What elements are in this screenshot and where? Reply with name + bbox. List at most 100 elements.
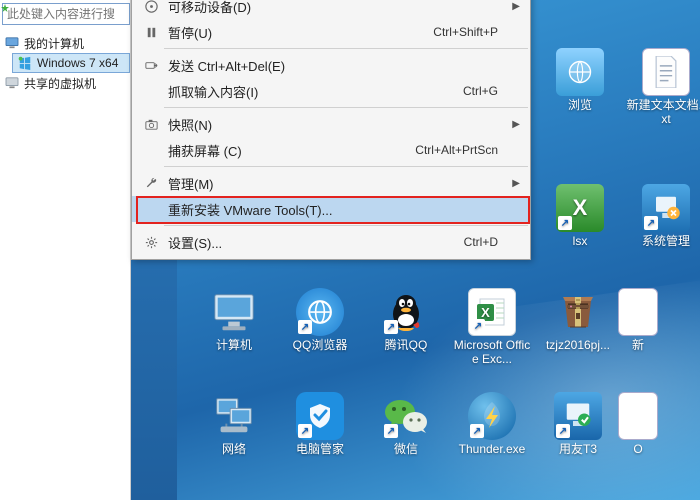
- icon-label: Thunder.exe: [459, 442, 526, 456]
- menu-removable-devices[interactable]: 可移动设备(D) ▶: [132, 0, 530, 19]
- menu-separator: [164, 48, 528, 49]
- icon-label: 浏览: [568, 98, 592, 112]
- desktop-icon-qqbrowser[interactable]: ↗ QQ浏览器: [277, 288, 363, 378]
- pause-icon: [140, 25, 162, 40]
- menu-reinstall-vmware-tools[interactable]: 重新安装 VMware Tools(T)...: [132, 196, 530, 222]
- desktop-icon-ufida[interactable]: ↗ 用友T3: [535, 392, 621, 482]
- thunder-icon: ↗: [468, 392, 516, 440]
- desktop-icon-excel[interactable]: X ↗ Microsoft Office Exc...: [449, 288, 535, 378]
- icon-label: 新: [632, 338, 644, 352]
- chevron-right-icon: ▶: [512, 119, 520, 130]
- computer-icon: [210, 288, 258, 336]
- menu-capture-screen[interactable]: 捕获屏幕 (C) Ctrl+Alt+PrtScn: [132, 137, 530, 163]
- menu-shortcut: Ctrl+D: [388, 235, 498, 249]
- tree-shared-vms[interactable]: 共享的虚拟机: [0, 73, 130, 93]
- file-icon: [618, 288, 658, 336]
- shortcut-arrow-icon: ↗: [558, 216, 572, 230]
- menu-label: 抓取输入内容(I): [162, 82, 388, 101]
- menu-label: 暂停(U): [162, 23, 388, 42]
- icon-label: 用友T3: [559, 442, 597, 456]
- desktop-icon-sysmgr[interactable]: ↗ 系统管理: [623, 184, 700, 248]
- desktop-icon-network[interactable]: 网络: [191, 392, 277, 482]
- icon-label: 计算机: [216, 338, 252, 352]
- monitor-icon: [4, 35, 20, 51]
- menu-manage[interactable]: 管理(M) ▶: [132, 170, 530, 196]
- library-sidebar: 我的计算机 Windows 7 x64 共享的虚拟机: [0, 0, 131, 500]
- gear-icon: [140, 235, 162, 250]
- desktop-icon-wechat[interactable]: ↗ 微信: [363, 392, 449, 482]
- shortcut-arrow-icon: ↗: [298, 320, 312, 334]
- excel-icon: X ↗: [556, 184, 604, 232]
- menu-shortcut: Ctrl+Shift+P: [388, 25, 498, 39]
- icon-label: lsx: [573, 234, 588, 248]
- file-icon: [618, 392, 658, 440]
- shortcut-arrow-icon: ↗: [471, 319, 485, 333]
- menu-separator: [164, 225, 528, 226]
- browser-icon: [556, 48, 604, 96]
- qqbrowser-icon: ↗: [296, 288, 344, 336]
- icon-label: 腾讯QQ: [385, 338, 428, 352]
- icon-label: tzjz2016pj...: [546, 338, 610, 352]
- ufida-icon: ↗: [554, 392, 602, 440]
- icon-label: 系统管理: [642, 234, 690, 248]
- rar-icon: [554, 288, 602, 336]
- desktop-icon-lsx[interactable]: X ↗ lsx: [537, 184, 623, 248]
- desktop-icon-newtext[interactable]: 新建文本文档.txt: [623, 48, 700, 126]
- shortcut-arrow-icon: ↗: [644, 216, 658, 230]
- desktop-icon-thunder[interactable]: ↗ Thunder.exe: [449, 392, 535, 482]
- menu-send-cad[interactable]: 发送 Ctrl+Alt+Del(E): [132, 52, 530, 78]
- shortcut-arrow-icon: ↗: [384, 424, 398, 438]
- send-icon: [140, 58, 162, 73]
- vm-tree: 我的计算机 Windows 7 x64 共享的虚拟机: [0, 31, 130, 95]
- guard-icon: ↗: [296, 392, 344, 440]
- icon-label: 微信: [394, 442, 418, 456]
- menu-grab-input[interactable]: 抓取输入内容(I) Ctrl+G: [132, 78, 530, 104]
- icon-label: QQ浏览器: [293, 338, 348, 352]
- desktop-icon-partial[interactable]: 新: [621, 288, 655, 378]
- wrench-icon: [140, 176, 162, 191]
- menu-label: 发送 Ctrl+Alt+Del(E): [162, 56, 498, 75]
- menu-label: 管理(M): [162, 174, 498, 193]
- menu-label: 重新安装 VMware Tools(T)...: [162, 200, 498, 219]
- windows-icon: [17, 55, 33, 71]
- menu-label: 设置(S)...: [162, 233, 388, 252]
- tree-windows7[interactable]: Windows 7 x64: [12, 53, 130, 73]
- menu-shortcut: Ctrl+G: [388, 84, 498, 98]
- icon-label: Microsoft Office Exc...: [452, 338, 532, 366]
- txt-icon: [642, 48, 690, 96]
- icon-label: O: [633, 442, 642, 456]
- excel-icon: X ↗: [468, 288, 516, 336]
- search-box[interactable]: [2, 3, 130, 25]
- desktop-icon-rar[interactable]: tzjz2016pj...: [535, 288, 621, 378]
- tree-my-computer[interactable]: 我的计算机: [0, 33, 130, 53]
- desktop-icon-partial2[interactable]: O: [621, 392, 655, 482]
- desktop-icon-qq[interactable]: ↗ 腾讯QQ: [363, 288, 449, 378]
- shortcut-arrow-icon: ↗: [384, 320, 398, 334]
- tree-label: Windows 7 x64: [37, 56, 118, 70]
- svg-text:X: X: [481, 305, 490, 320]
- menu-snapshot[interactable]: 快照(N) ▶: [132, 111, 530, 137]
- icon-label: 新建文本文档.txt: [626, 98, 700, 126]
- desktop-icon-pcmanager[interactable]: ↗ 电脑管家: [277, 392, 363, 482]
- menu-separator: [164, 166, 528, 167]
- camera-icon: [140, 117, 162, 132]
- desktop-row-4: 网络 ↗ 电脑管家 ↗ 微信 ↗ Thunder.exe: [191, 392, 700, 482]
- monitor-icon: [4, 75, 20, 91]
- menu-label: 捕获屏幕 (C): [162, 141, 388, 160]
- chevron-right-icon: ▶: [512, 1, 520, 12]
- chevron-right-icon: ▶: [512, 178, 520, 189]
- menu-settings[interactable]: 设置(S)... Ctrl+D: [132, 229, 530, 255]
- desktop-icon-computer[interactable]: 计算机: [191, 288, 277, 378]
- network-icon: [210, 392, 258, 440]
- menu-separator: [164, 107, 528, 108]
- icon-label: 电脑管家: [296, 442, 344, 456]
- vm-context-menu: 可移动设备(D) ▶ 暂停(U) Ctrl+Shift+P 发送 Ctrl+Al…: [131, 0, 531, 260]
- desktop-row-3: 计算机 ↗ QQ浏览器 ↗ 腾讯QQ X ↗ Microsoft Office …: [191, 288, 700, 378]
- shortcut-arrow-icon: ↗: [556, 424, 570, 438]
- qq-icon: ↗: [382, 288, 430, 336]
- menu-pause[interactable]: 暂停(U) Ctrl+Shift+P: [132, 19, 530, 45]
- menu-label: 可移动设备(D): [162, 0, 498, 16]
- wechat-icon: ↗: [382, 392, 430, 440]
- desktop-icon-browse[interactable]: 浏览: [537, 48, 623, 126]
- search-input[interactable]: [3, 7, 129, 21]
